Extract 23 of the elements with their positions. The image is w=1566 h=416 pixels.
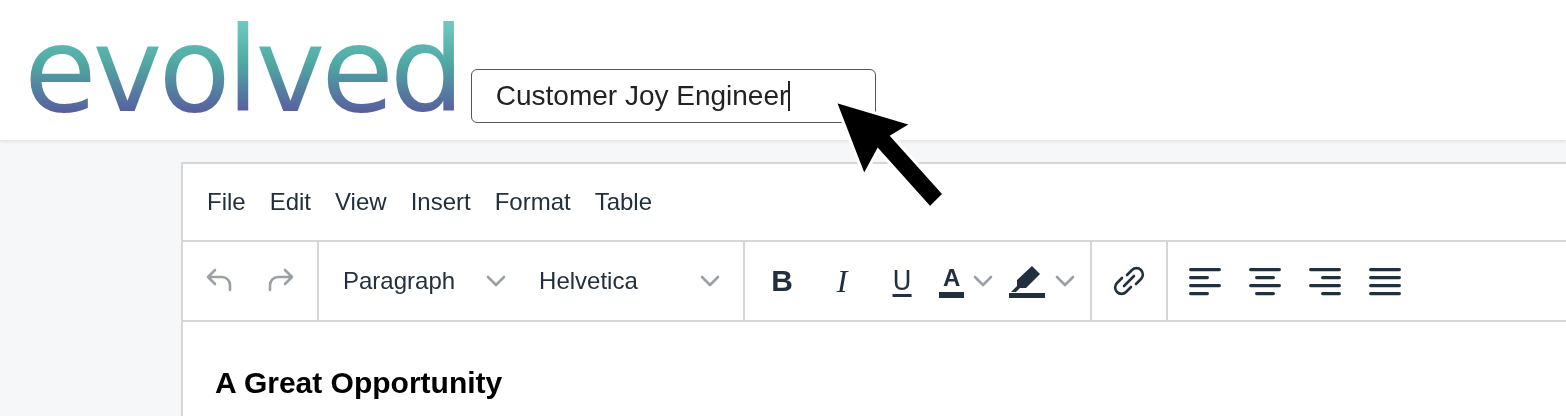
dropdown[interactable]: Paragraph [327,251,522,311]
text-color-button[interactable]: A [933,251,1001,311]
highlighter-icon [1008,263,1047,299]
justify-icon [1368,265,1403,297]
chevron-down-icon [485,274,508,288]
job-title-field[interactable]: Customer Joy Engineer [470,69,876,123]
menu-item[interactable]: Edit [259,182,322,222]
content-heading: A Great Opportunity [215,366,503,400]
bold-button[interactable]: B [753,251,812,311]
align-right-icon [1308,265,1343,297]
underline-button[interactable]: U [873,251,932,311]
menu-item[interactable]: Table [584,182,663,222]
align-center-icon [1248,265,1283,297]
italic-button[interactable]: I [813,251,872,311]
menu-item[interactable]: File [197,182,256,222]
chevron-down-icon [972,274,995,288]
chevron-down-icon [1054,274,1077,288]
menu-item[interactable]: Insert [400,182,481,222]
menu-item[interactable]: View [325,182,397,222]
dropdown[interactable]: Helvetica [523,251,736,311]
align-left-icon [1188,265,1223,297]
chevron-down-icon [699,274,722,288]
menu-item[interactable]: Format [484,182,581,222]
